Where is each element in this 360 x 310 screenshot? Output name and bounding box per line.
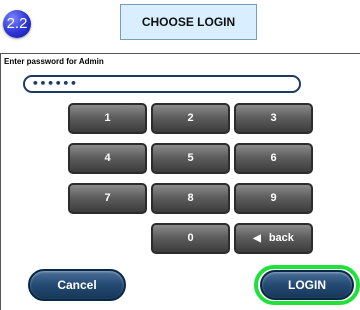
back-key[interactable]: ◀ back — [234, 223, 313, 254]
key-6[interactable]: 6 — [234, 143, 313, 174]
login-button[interactable]: LOGIN — [260, 270, 354, 300]
password-field[interactable]: •••••• — [23, 75, 301, 93]
key-3[interactable]: 3 — [234, 103, 313, 134]
key-5[interactable]: 5 — [151, 143, 230, 174]
back-label: back — [268, 232, 294, 244]
key-7[interactable]: 7 — [68, 183, 147, 214]
step-badge: 2.2 — [3, 10, 31, 38]
key-9[interactable]: 9 — [234, 183, 313, 214]
login-screen: Enter password for Admin •••••• 1 2 3 4 … — [0, 53, 360, 310]
key-4[interactable]: 4 — [68, 143, 147, 174]
page-title: CHOOSE LOGIN — [120, 4, 257, 40]
key-8[interactable]: 8 — [151, 183, 230, 214]
key-2[interactable]: 2 — [151, 103, 230, 134]
key-0[interactable]: 0 — [151, 223, 230, 254]
password-prompt: Enter password for Admin — [4, 57, 104, 66]
back-arrow-icon: ◀ — [253, 233, 261, 244]
cancel-button[interactable]: Cancel — [28, 269, 126, 301]
key-1[interactable]: 1 — [68, 103, 147, 134]
